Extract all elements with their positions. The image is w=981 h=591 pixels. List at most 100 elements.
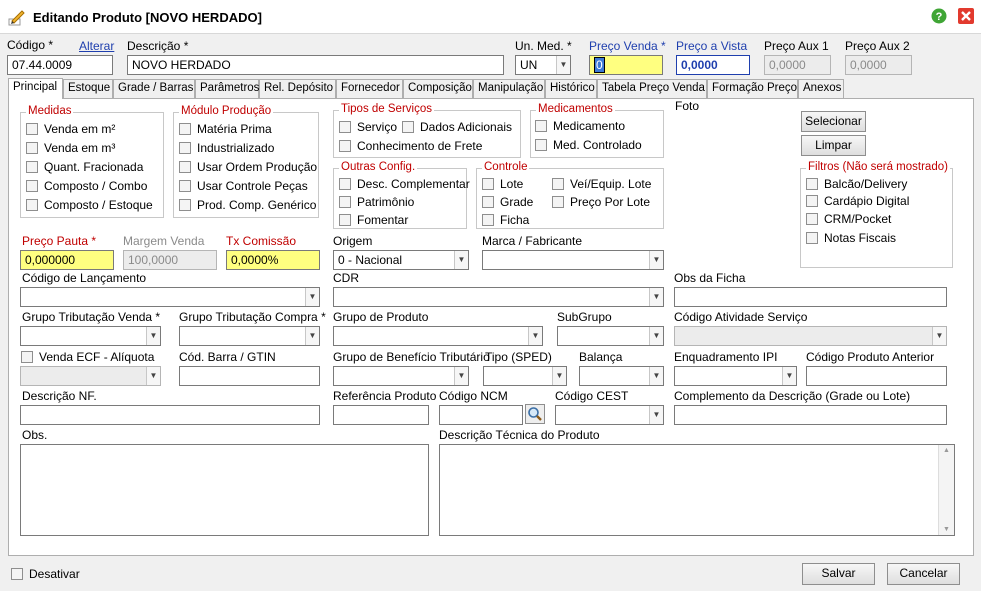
tab-estoque[interactable]: Estoque — [63, 79, 113, 98]
subgrupo-select[interactable]: ▼ — [557, 326, 664, 346]
trib-compra-select[interactable]: ▼ — [179, 326, 320, 346]
origem-select[interactable]: 0 - Nacional ▼ — [333, 250, 469, 270]
preco-pauta-field[interactable]: 0,000000 — [20, 250, 114, 270]
chevron-down-icon[interactable]: ▼ — [528, 327, 542, 345]
scrollbar[interactable]: ▲ ▼ — [938, 445, 954, 535]
tab-grade-barras[interactable]: Grade / Barras — [113, 79, 195, 98]
industrializado-checkbox[interactable]: Industrializado — [179, 141, 274, 155]
composto-combo-checkbox[interactable]: Composto / Combo — [26, 179, 147, 193]
tab-manipulacao[interactable]: Manipulação — [473, 79, 545, 98]
ipi-select[interactable]: ▼ — [674, 366, 797, 386]
barra-field[interactable] — [179, 366, 320, 386]
cdr-select[interactable]: ▼ — [333, 287, 664, 307]
balanca-select[interactable]: ▼ — [579, 366, 664, 386]
crm-pocket-checkbox[interactable]: CRM/Pocket — [806, 212, 891, 226]
lancamento-label: Código de Lançamento — [22, 271, 147, 285]
salvar-button[interactable]: Salvar — [802, 563, 875, 585]
materia-prima-checkbox[interactable]: Matéria Prima — [179, 122, 272, 136]
descricao-field[interactable]: NOVO HERDADO — [127, 55, 504, 75]
chevron-down-icon[interactable]: ▼ — [649, 327, 663, 345]
tab-anexos[interactable]: Anexos — [798, 79, 844, 98]
ordem-producao-checkbox[interactable]: Usar Ordem Produção — [179, 160, 317, 174]
preco-vista-field[interactable]: 0,0000 — [676, 55, 750, 75]
preco-venda-label: Preço Venda — [589, 39, 666, 53]
desc-complementar-checkbox[interactable]: Desc. Complementar — [339, 177, 470, 191]
chevron-down-icon[interactable]: ▼ — [649, 367, 663, 385]
chevron-down-icon[interactable]: ▼ — [649, 251, 663, 269]
codigo-field[interactable]: 07.44.0009 — [7, 55, 113, 75]
chevron-down-icon[interactable]: ▼ — [782, 367, 796, 385]
referencia-field[interactable] — [333, 405, 429, 425]
marca-select[interactable]: ▼ — [482, 250, 664, 270]
obs-ficha-field[interactable] — [674, 287, 947, 307]
limpar-button[interactable]: Limpar — [801, 135, 866, 156]
tab-historico[interactable]: Histórico — [545, 79, 597, 98]
lote-checkbox[interactable]: Lote — [482, 177, 523, 191]
vei-equip-lote-checkbox[interactable]: Veí/Equip. Lote — [552, 177, 651, 191]
controle-title: Controle — [482, 161, 530, 173]
scroll-down-icon[interactable]: ▼ — [939, 526, 954, 533]
balcao-delivery-checkbox[interactable]: Balcão/Delivery — [806, 177, 907, 191]
close-icon[interactable] — [958, 8, 974, 24]
prod-comp-generico-checkbox[interactable]: Prod. Comp. Genérico — [179, 198, 316, 212]
tab-tabela-preco-venda[interactable]: Tabela Preço Venda — [597, 79, 707, 98]
grupo-produto-select[interactable]: ▼ — [333, 326, 543, 346]
venda-m2-checkbox[interactable]: Venda em m² — [26, 122, 115, 136]
edit-pencil-icon — [8, 10, 25, 26]
medicamento-checkbox[interactable]: Medicamento — [535, 119, 625, 133]
selecionar-button[interactable]: Selecionar — [801, 111, 866, 132]
tab-parametros[interactable]: Parâmetros — [195, 79, 259, 98]
chevron-down-icon[interactable]: ▼ — [552, 367, 566, 385]
composto-estoque-checkbox[interactable]: Composto / Estoque — [26, 198, 153, 212]
dados-adicionais-checkbox[interactable]: Dados Adicionais — [402, 120, 512, 134]
chevron-down-icon[interactable]: ▼ — [556, 56, 570, 74]
help-icon[interactable]: ? — [931, 8, 947, 24]
scroll-up-icon[interactable]: ▲ — [939, 447, 954, 454]
tab-rel-deposito[interactable]: Rel. Depósito — [259, 79, 336, 98]
med-controlado-checkbox[interactable]: Med. Controlado — [535, 138, 642, 152]
chevron-down-icon[interactable]: ▼ — [146, 327, 160, 345]
desc-tecnica-textarea[interactable]: ▲ ▼ — [439, 444, 955, 536]
cest-select[interactable]: ▼ — [555, 405, 664, 425]
conhecimento-frete-checkbox[interactable]: Conhecimento de Frete — [339, 139, 482, 153]
cest-label: Código CEST — [555, 389, 629, 403]
quant-fracionada-checkbox[interactable]: Quant. Fracionada — [26, 160, 143, 174]
obs-textarea[interactable] — [20, 444, 429, 536]
chevron-down-icon[interactable]: ▼ — [305, 327, 319, 345]
tab-principal[interactable]: Principal — [8, 78, 63, 99]
cardapio-digital-checkbox[interactable]: Cardápio Digital — [806, 194, 909, 208]
fomentar-checkbox[interactable]: Fomentar — [339, 213, 408, 227]
preco-venda-field[interactable]: 0 — [589, 55, 663, 75]
chevron-down-icon[interactable]: ▼ — [454, 367, 468, 385]
patrimonio-checkbox[interactable]: Patrimônio — [339, 195, 414, 209]
tab-formacao-preco[interactable]: Formação Preço — [707, 79, 798, 98]
chevron-down-icon[interactable]: ▼ — [649, 406, 663, 424]
grade-checkbox[interactable]: Grade — [482, 195, 533, 209]
tab-composicao[interactable]: Composição — [403, 79, 473, 98]
lancamento-select[interactable]: ▼ — [20, 287, 320, 307]
cancelar-button[interactable]: Cancelar — [887, 563, 960, 585]
chevron-down-icon[interactable]: ▼ — [305, 288, 319, 306]
descricao-nf-field[interactable] — [20, 405, 320, 425]
comissao-field[interactable]: 0,0000% — [226, 250, 320, 270]
venda-ecf-checkbox[interactable]: Venda ECF - Alíquota — [21, 350, 154, 364]
servico-checkbox[interactable]: Serviço — [339, 120, 397, 134]
notas-fiscais-checkbox[interactable]: Notas Fiscais — [806, 231, 896, 245]
chevron-down-icon[interactable]: ▼ — [454, 251, 468, 269]
desativar-checkbox[interactable]: Desativar — [11, 567, 80, 581]
preco-por-lote-checkbox[interactable]: Preço Por Lote — [552, 195, 650, 209]
tipo-sped-select[interactable]: ▼ — [483, 366, 567, 386]
trib-venda-select[interactable]: ▼ — [20, 326, 161, 346]
venda-m3-checkbox[interactable]: Venda em m³ — [26, 141, 115, 155]
chevron-down-icon[interactable]: ▼ — [649, 288, 663, 306]
alterar-link[interactable]: Alterar — [79, 39, 114, 53]
beneficio-select[interactable]: ▼ — [333, 366, 469, 386]
ncm-search-button[interactable] — [525, 404, 545, 424]
anterior-field[interactable] — [806, 366, 947, 386]
ncm-field[interactable] — [439, 405, 523, 425]
tab-fornecedor[interactable]: Fornecedor — [336, 79, 403, 98]
controle-pecas-checkbox[interactable]: Usar Controle Peças — [179, 179, 308, 193]
ficha-checkbox[interactable]: Ficha — [482, 213, 529, 227]
unmed-select[interactable]: UN ▼ — [515, 55, 571, 75]
complemento-field[interactable] — [674, 405, 947, 425]
